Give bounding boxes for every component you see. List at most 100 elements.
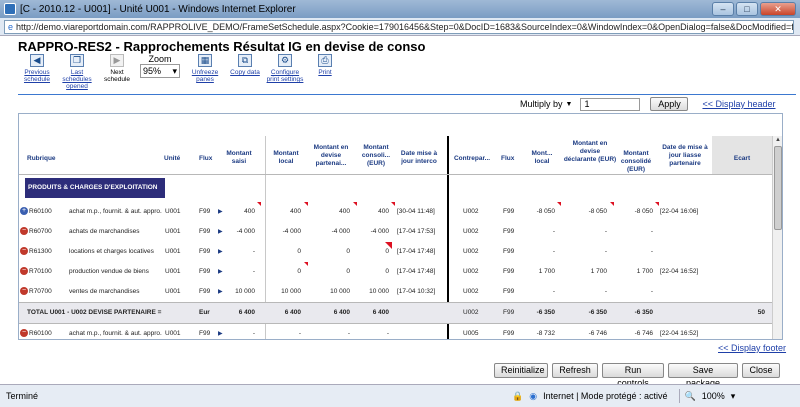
arrow-left-icon: ◀ [30, 54, 44, 67]
col-montant-consolide[interactable]: Montant consolidé (EUR) [615, 150, 657, 174]
zoom-select[interactable]: 95% ▾ [140, 64, 180, 78]
zoom-value: 95% [143, 66, 162, 76]
status-zoom[interactable]: 100% [702, 391, 725, 401]
print-settings-icon: ⚙ [278, 54, 292, 67]
col-rubrique[interactable]: Rubrique [27, 155, 56, 163]
last-schedules-button[interactable]: ❐ Last schedules opened [58, 54, 96, 94]
total-ecart: 50 [757, 309, 765, 316]
refresh-button[interactable]: Refresh [552, 363, 598, 378]
display-header-link[interactable]: << Display header [702, 99, 775, 109]
comment-flag-icon [391, 202, 395, 206]
schedule-toolbar: ◀ Previous schedule ❐ Last schedules ope… [18, 54, 346, 94]
comment-flag-icon [304, 262, 308, 266]
table-row[interactable]: − R70100 production vendue de biens U001… [19, 262, 772, 282]
drill-arrow-icon[interactable]: ▶ [218, 228, 223, 235]
previous-schedule-button[interactable]: ◀ Previous schedule [18, 54, 56, 94]
page-title: RAPPRO-RES2 - Rapprochements Résultat IG… [18, 39, 426, 54]
col-date-mise[interactable]: Date mise à jour interco [395, 150, 443, 166]
next-schedule-button[interactable]: ▶ Next schedule [98, 54, 136, 94]
comment-flag-icon [655, 202, 659, 206]
table-row[interactable]: + R60100 achat m.p., fournit. & aut. app… [19, 202, 772, 222]
drill-arrow-icon[interactable]: ▶ [218, 288, 223, 295]
run-controls-button[interactable]: Run controls [602, 363, 664, 388]
comment-flag-icon [353, 202, 357, 206]
col-flux[interactable]: Flux [199, 155, 212, 163]
copy-data-button[interactable]: ⧉ Copy data [226, 54, 264, 94]
save-package-button[interactable]: Save package [668, 363, 738, 388]
comment-flag-icon [385, 242, 392, 249]
col-date-liasse[interactable]: Date de mise à jour liasse partenaire [657, 144, 713, 168]
col-montant-local[interactable]: Montant local [269, 150, 303, 166]
comment-flag-icon [257, 202, 261, 206]
configure-print-button[interactable]: ⚙ Configure print settings [266, 54, 304, 94]
close-window-button[interactable]: ✕ [760, 2, 796, 16]
remove-icon[interactable]: − [20, 227, 28, 235]
window-title: [C - 2010.12 - U001] - Unité U001 - Wind… [20, 3, 296, 15]
col-montant-saisi[interactable]: Montant saisi [224, 150, 254, 166]
multiply-bar: Multiply by ▼ 1 Apply << Display header [520, 97, 776, 111]
ie-app-icon [4, 3, 16, 15]
table-row[interactable]: − R60700 achats de marchandises U001 F99… [19, 222, 772, 242]
url-text: http://demo.viareportdomain.com/RAPPROLI… [16, 21, 794, 32]
address-bar: e http://demo.viareportdomain.com/RAPPRO… [0, 18, 800, 36]
printer-icon: ⎙ [318, 54, 332, 67]
remove-icon[interactable]: − [20, 329, 28, 337]
remove-icon[interactable]: − [20, 287, 28, 295]
col-contrepar[interactable]: Contrepar... [451, 155, 493, 163]
section-header: PRODUITS & CHARGES D'EXPLOITATION [25, 178, 165, 198]
apply-button[interactable]: Apply [650, 97, 689, 111]
col-montant-consoli[interactable]: Montant consoli... (EUR) [357, 144, 395, 168]
col-unite[interactable]: Unité [164, 155, 180, 163]
lock-icon: 🔒 [512, 390, 524, 401]
remove-icon[interactable]: − [20, 267, 28, 275]
copy-data-label: Copy data [230, 69, 260, 76]
reinitialize-button[interactable]: Reinitialize [494, 363, 548, 378]
col-montant-devise[interactable]: Montant en devise partenai... [309, 144, 353, 168]
total-row: TOTAL U001 - U002 DEVISE PARTENAIRE = Eu… [19, 303, 772, 323]
stack-icon: ❐ [70, 54, 84, 67]
chevron-down-icon: ▾ [172, 65, 177, 76]
col-mont-local[interactable]: Mont... local [527, 150, 557, 166]
drill-arrow-icon[interactable]: ▶ [218, 208, 223, 215]
scroll-thumb[interactable] [774, 146, 782, 230]
table-row[interactable]: − R60100 achat m.p., fournit. & aut. app… [19, 324, 772, 339]
table-row[interactable]: − R70700 ventes de marchandises U001 F99… [19, 282, 772, 302]
print-button[interactable]: ⎙ Print [306, 54, 344, 94]
multiply-input[interactable]: 1 [580, 97, 641, 111]
previous-schedule-label: Previous schedule [23, 69, 51, 83]
comment-flag-icon [304, 202, 308, 206]
drill-arrow-icon[interactable]: ▶ [218, 330, 223, 337]
grid-icon: ▦ [198, 54, 212, 67]
globe-icon: ◉ [529, 390, 538, 401]
chevron-down-icon[interactable]: ▼ [566, 101, 573, 108]
header-divider [18, 94, 796, 95]
action-bar: Reinitialize Refresh Run controls Save p… [494, 363, 780, 388]
expand-icon[interactable]: + [20, 207, 28, 215]
status-bar: Terminé 🔒 ◉ Internet | Mode protégé : ac… [0, 384, 800, 407]
next-schedule-label: Next schedule [103, 69, 131, 83]
table-row[interactable]: − R61300 locations et charges locatives … [19, 242, 772, 262]
col-ecart[interactable]: Ecart [717, 155, 767, 163]
col-montant-declarante[interactable]: Montant en devise déclarante (EUR) [563, 140, 617, 164]
zoom-control: Zoom 95% ▾ [138, 54, 182, 94]
unfreeze-panes-label: Unfreeze panes [191, 69, 219, 83]
url-field[interactable]: e http://demo.viareportdomain.com/RAPPRO… [4, 19, 794, 34]
comment-flag-icon [557, 202, 561, 206]
vertical-scrollbar[interactable]: ▲ [772, 136, 782, 339]
drill-arrow-icon[interactable]: ▶ [218, 268, 223, 275]
multiply-label: Multiply by [520, 99, 563, 109]
minimize-button[interactable]: – [712, 2, 734, 16]
copy-icon: ⧉ [238, 54, 252, 67]
display-footer-link[interactable]: << Display footer [718, 343, 786, 353]
unfreeze-panes-button[interactable]: ▦ Unfreeze panes [186, 54, 224, 94]
close-button[interactable]: Close [742, 363, 780, 378]
remove-icon[interactable]: − [20, 247, 28, 255]
maximize-button[interactable]: □ [736, 2, 758, 16]
zoom-magnifier-icon[interactable]: 🔍 [685, 391, 696, 402]
scroll-up-icon[interactable]: ▲ [775, 137, 781, 143]
drill-arrow-icon[interactable]: ▶ [218, 248, 223, 255]
col-flux2[interactable]: Flux [501, 155, 514, 163]
chevron-down-icon[interactable]: ▾ [731, 391, 736, 402]
comment-flag-icon [610, 202, 614, 206]
window-titlebar: [C - 2010.12 - U001] - Unité U001 - Wind… [0, 0, 800, 18]
